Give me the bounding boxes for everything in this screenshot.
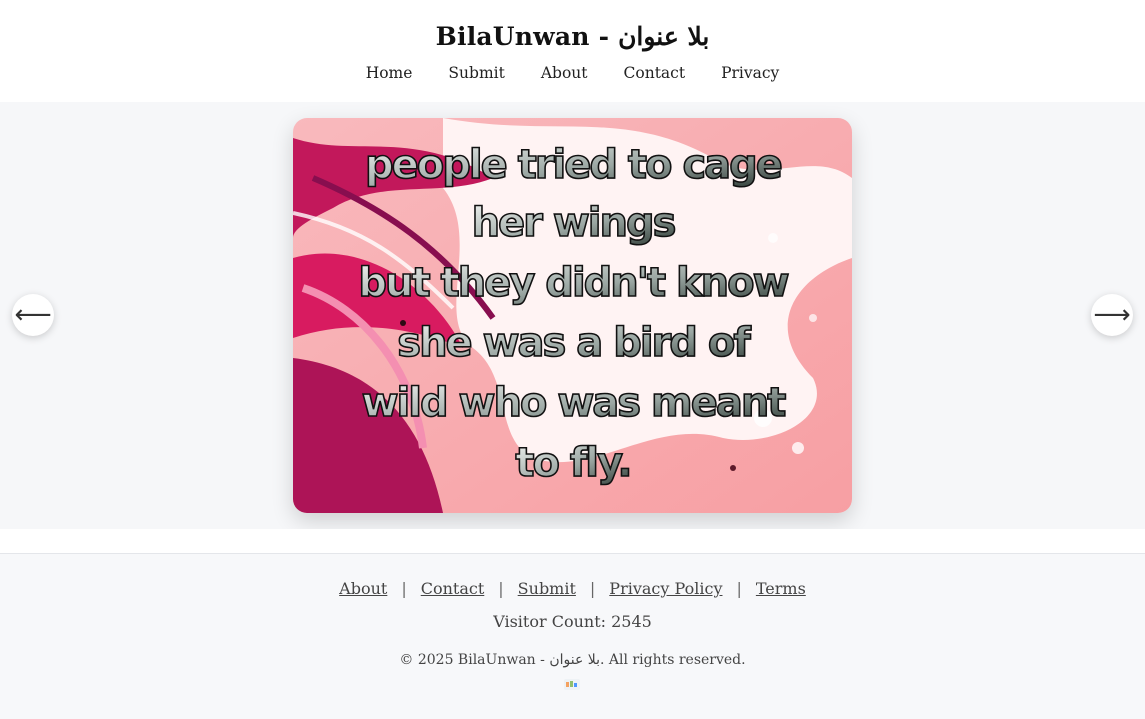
footer-links: About | Contact | Submit | Privacy Polic…: [0, 579, 1145, 598]
section-divider: [0, 529, 1145, 554]
previous-arrow-button[interactable]: ⟵: [12, 294, 54, 336]
footer-privacy-policy-link[interactable]: Privacy Policy: [609, 579, 722, 598]
nav-submit-link[interactable]: Submit: [448, 64, 504, 82]
quote-line: wild who was meant: [362, 380, 787, 426]
footer-separator: |: [498, 579, 504, 598]
footer-separator: |: [401, 579, 407, 598]
counter-badge-icon: [564, 679, 580, 690]
main-nav: Home Submit About Contact Privacy: [0, 64, 1145, 82]
quote-line: but they didn't know: [358, 260, 788, 306]
image-carousel: ⟵ people tried to cage her wings but the…: [0, 102, 1145, 529]
site-title: BilaUnwan - بلا عنوان: [435, 22, 710, 51]
nav-contact-link[interactable]: Contact: [624, 64, 686, 82]
footer-separator: |: [736, 579, 742, 598]
quote-line: her wings: [472, 200, 675, 246]
footer-about-link[interactable]: About: [339, 579, 387, 598]
visitor-count: Visitor Count: 2545: [493, 612, 652, 631]
quote-line: to fly.: [515, 440, 630, 486]
site-header: BilaUnwan - بلا عنوان Home Submit About …: [0, 0, 1145, 102]
quote-line: she was a bird of: [397, 320, 751, 366]
quote-image[interactable]: people tried to cage her wings but they …: [293, 118, 852, 513]
quote-image-art: people tried to cage her wings but they …: [293, 118, 852, 513]
arrow-left-icon: ⟵: [14, 300, 52, 330]
quote-line: people tried to cage: [365, 142, 782, 188]
footer-submit-link[interactable]: Submit: [518, 579, 576, 598]
site-footer: About | Contact | Submit | Privacy Polic…: [0, 554, 1145, 719]
next-arrow-button[interactable]: ⟶: [1091, 294, 1133, 336]
footer-contact-link[interactable]: Contact: [421, 579, 485, 598]
footer-terms-link[interactable]: Terms: [756, 579, 806, 598]
footer-separator: |: [589, 579, 596, 598]
nav-about-link[interactable]: About: [541, 64, 588, 82]
arrow-right-icon: ⟶: [1093, 300, 1131, 330]
copyright-notice: © 2025 BilaUnwan - بلا عنوان. All rights…: [399, 652, 746, 668]
nav-privacy-link[interactable]: Privacy: [721, 64, 779, 82]
nav-home-link[interactable]: Home: [366, 64, 413, 82]
